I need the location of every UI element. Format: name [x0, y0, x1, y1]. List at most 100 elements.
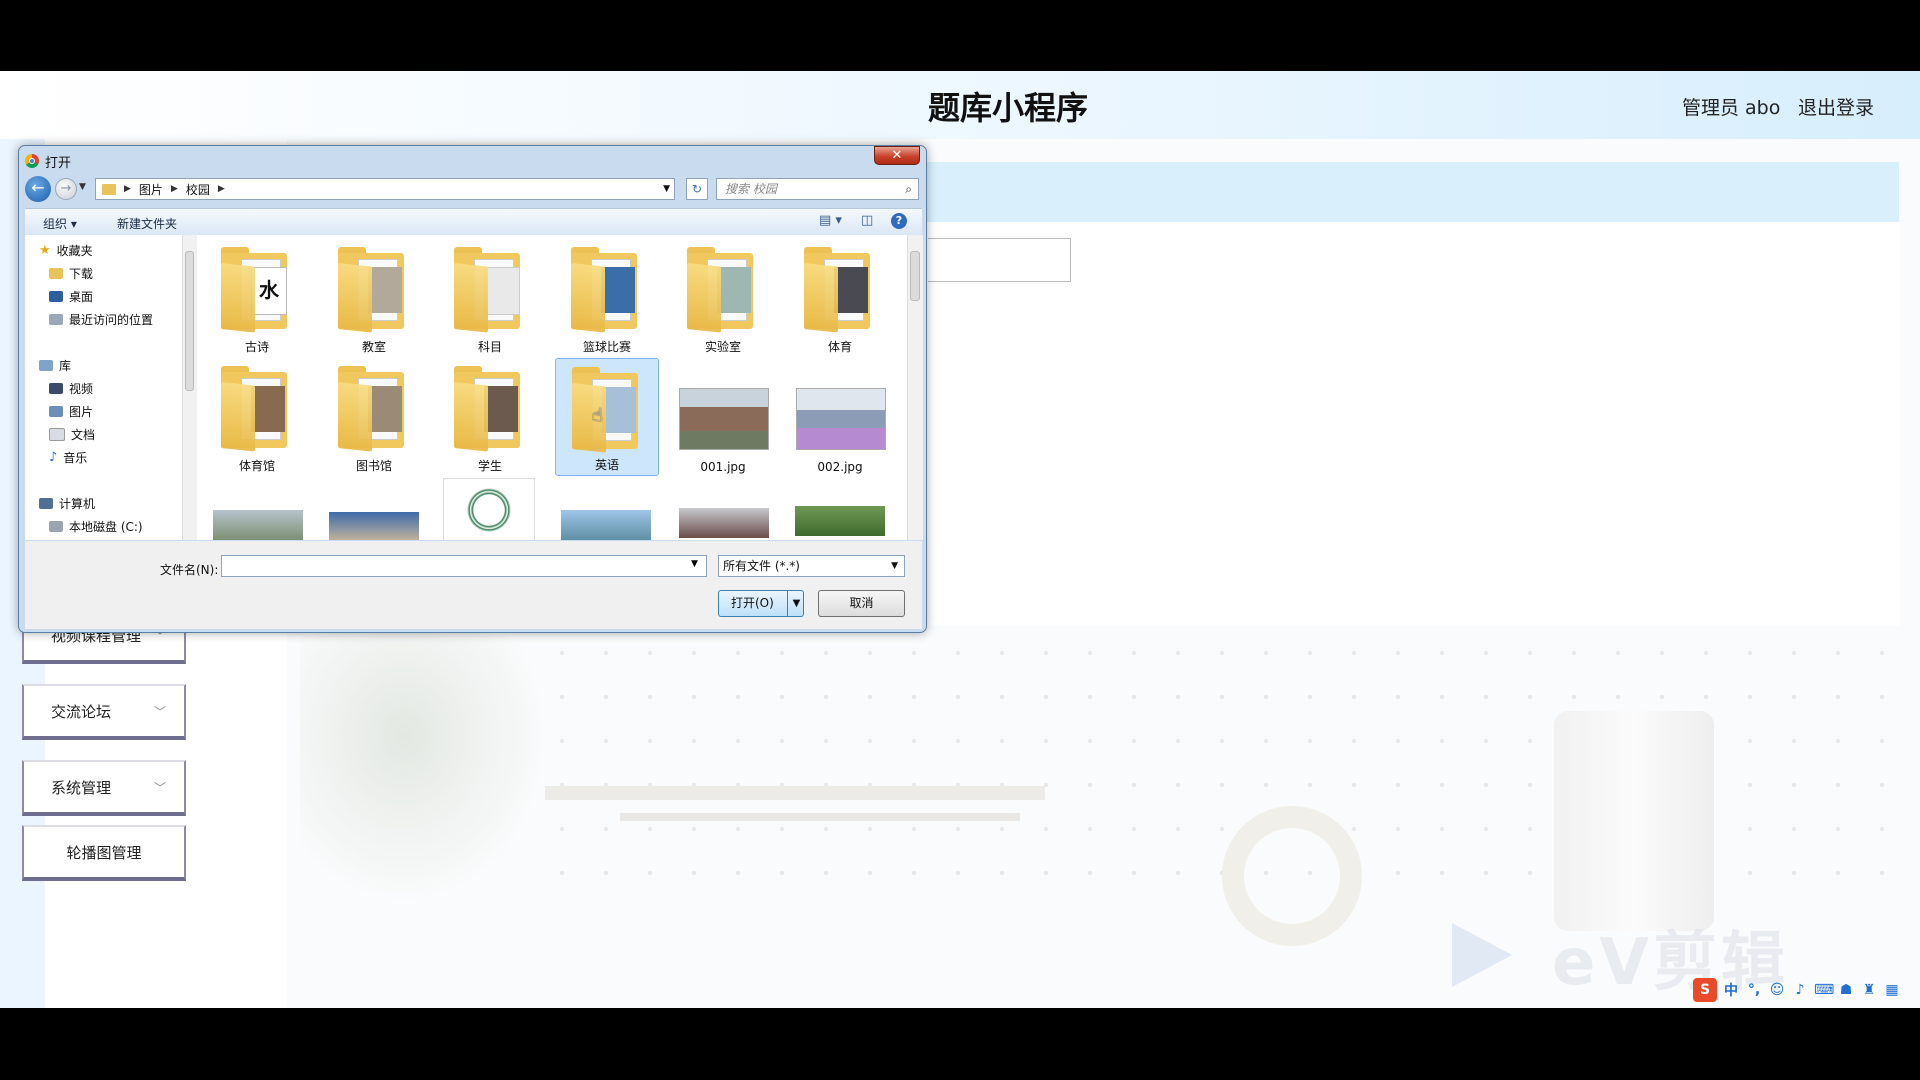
background-shelf-decoration-2 — [620, 813, 1020, 821]
folder-preview-thumbnail — [368, 386, 402, 432]
nav-local-disk[interactable]: 本地磁盘 (C:) — [49, 516, 143, 536]
microphone-icon[interactable]: ♪ — [1791, 982, 1809, 998]
scroll-thumb[interactable] — [185, 251, 194, 391]
nav-libraries-label: 库 — [59, 358, 72, 373]
nav-libraries[interactable]: 库 — [39, 355, 71, 375]
folder-preview-thumbnail — [834, 267, 868, 313]
file-list-scrollbar[interactable] — [907, 235, 923, 540]
emoji-icon[interactable]: ☺ — [1768, 982, 1786, 998]
keyboard-icon[interactable]: ⌨ — [1814, 982, 1834, 998]
punctuation-icon[interactable]: °, — [1745, 982, 1763, 998]
forward-arrow-icon[interactable]: → — [55, 178, 77, 200]
new-folder-button[interactable]: 新建文件夹 — [117, 215, 177, 232]
nav-favorites[interactable]: ★ 收藏夹 — [39, 240, 93, 260]
address-dropdown-icon[interactable]: ▼ — [663, 184, 670, 194]
sidebar-item-label: 轮播图管理 — [66, 843, 142, 862]
file-name-input[interactable] — [221, 555, 707, 577]
folder-item[interactable]: 体育 — [788, 239, 892, 357]
scroll-thumb[interactable] — [910, 251, 920, 301]
nav-recent-places[interactable]: 最近访问的位置 — [49, 309, 153, 329]
back-arrow-icon[interactable]: ← — [25, 176, 51, 202]
image-file-item-partial[interactable] — [679, 508, 769, 538]
folder-item[interactable]: 教室 — [322, 239, 426, 357]
file-name: 001.jpg — [700, 460, 746, 474]
background-shelf-decoration — [545, 786, 1045, 800]
folder-item[interactable]: 篮球比赛 — [555, 239, 659, 357]
folder-item[interactable]: 水 古诗 — [205, 239, 309, 357]
file-type-value: 所有文件 (*.*) — [723, 559, 800, 573]
star-icon: ★ — [39, 242, 51, 258]
breadcrumb-item[interactable]: 图片 — [139, 181, 163, 198]
help-icon[interactable]: ? — [891, 213, 907, 229]
folder-preview-thumbnail — [484, 386, 518, 432]
nav-computer[interactable]: 计算机 — [39, 493, 95, 513]
skin-icon[interactable]: ♜ — [1860, 982, 1878, 998]
folder-preview-thumbnail — [717, 267, 751, 313]
form-text-input[interactable] — [928, 238, 1071, 282]
sogou-ime-icon[interactable]: S — [1693, 978, 1717, 1002]
folder-item-selected[interactable]: 英语 — [555, 358, 659, 476]
refresh-icon[interactable]: ↻ — [686, 178, 708, 200]
file-name: 实验室 — [704, 340, 741, 354]
preview-pane-icon[interactable]: ◫ — [861, 213, 873, 228]
sidebar-item-forum[interactable]: 交流论坛 ﹀ — [22, 684, 186, 740]
folder-item[interactable]: 图书馆 — [322, 358, 426, 476]
image-file-item-partial[interactable] — [561, 510, 651, 540]
breadcrumb-separator-icon[interactable]: ▶ — [171, 184, 178, 194]
breadcrumb-separator-icon[interactable]: ▶ — [218, 184, 225, 194]
file-name: 教室 — [361, 340, 386, 354]
ime-language-indicator[interactable]: 中 — [1722, 980, 1740, 1000]
breadcrumb-item[interactable]: 校园 — [186, 181, 210, 198]
dialog-toolbar: 组织 ▾ 新建文件夹 ▤ ▾ ◫ ? — [25, 208, 922, 236]
library-icon — [39, 359, 53, 371]
sidebar-item-system[interactable]: 系统管理 ﹀ — [22, 760, 186, 816]
search-input[interactable]: 搜索 校园 ⌕ — [716, 178, 919, 200]
file-type-dropdown-icon[interactable]: ▼ — [891, 556, 898, 576]
nav-music[interactable]: ♪ 音乐 — [49, 447, 87, 467]
ime-toolbar[interactable]: S 中 °, ☺ ♪ ⌨ ☗ ♜ ▦ — [1693, 977, 1901, 1003]
image-file-item-partial[interactable] — [795, 506, 885, 536]
nav-desktop[interactable]: 桌面 — [49, 286, 93, 306]
folder-item[interactable]: 体育馆 — [205, 358, 309, 476]
view-options-icon[interactable]: ▤ ▾ — [819, 213, 842, 228]
sidebar-item-carousel[interactable]: 轮播图管理 — [22, 825, 186, 881]
nav-pictures[interactable]: 图片 — [49, 401, 93, 421]
folder-item[interactable]: 学生 — [438, 358, 542, 476]
chevron-down-icon: ﹀ — [154, 780, 167, 795]
organize-menu[interactable]: 组织 ▾ — [43, 215, 77, 232]
image-file-item[interactable]: 001.jpg — [671, 358, 775, 476]
address-row: ← → ▼ ▶ 图片 ▶ 校园 ▶ ▼ ↻ 搜索 校园 ⌕ — [25, 176, 922, 202]
file-type-select[interactable]: 所有文件 (*.*) ▼ — [718, 555, 905, 577]
breadcrumb-separator-icon[interactable]: ▶ — [124, 184, 131, 194]
folder-preview-thumbnail — [484, 267, 520, 315]
dialog-close-button[interactable]: ✕ — [874, 146, 920, 165]
open-split-dropdown-icon[interactable]: ▼ — [787, 591, 805, 616]
logout-link[interactable]: 退出登录 — [1798, 93, 1874, 120]
nav-downloads[interactable]: 下载 — [49, 263, 93, 283]
history-dropdown-icon[interactable]: ▼ — [79, 182, 86, 192]
nav-item-label: 视频 — [69, 381, 94, 396]
folder-icon — [102, 183, 116, 195]
file-name-dropdown-icon[interactable]: ▼ — [691, 559, 705, 581]
address-bar[interactable]: ▶ 图片 ▶ 校园 ▶ ▼ — [95, 178, 675, 200]
open-button[interactable]: 打开(O) ▼ — [718, 590, 804, 617]
nav-computer-label: 计算机 — [59, 496, 96, 511]
toolbox-icon[interactable]: ▦ — [1883, 982, 1901, 998]
form-header-band — [927, 162, 1899, 222]
search-icon[interactable]: ⌕ — [905, 179, 912, 199]
chevron-down-icon: ﹀ — [154, 704, 167, 719]
image-file-item-partial[interactable] — [329, 512, 419, 540]
dialog-cancel-button[interactable]: 取消 — [818, 590, 905, 617]
picture-library-icon — [49, 405, 63, 417]
nav-videos[interactable]: 视频 — [49, 378, 93, 398]
nav-documents[interactable]: 文档 — [49, 424, 95, 444]
image-file-item[interactable]: 002.jpg — [788, 358, 892, 476]
school-emblem-thumbnail[interactable] — [443, 478, 535, 540]
nav-scrollbar[interactable] — [182, 235, 197, 540]
folder-item[interactable]: 实验室 — [671, 239, 775, 357]
folder-preview-thumbnail — [368, 267, 402, 313]
nav-item-label: 文档 — [71, 427, 96, 442]
user-icon[interactable]: ☗ — [1837, 982, 1855, 998]
folder-item[interactable]: 科目 — [438, 239, 542, 357]
image-file-item-partial[interactable] — [213, 510, 303, 540]
